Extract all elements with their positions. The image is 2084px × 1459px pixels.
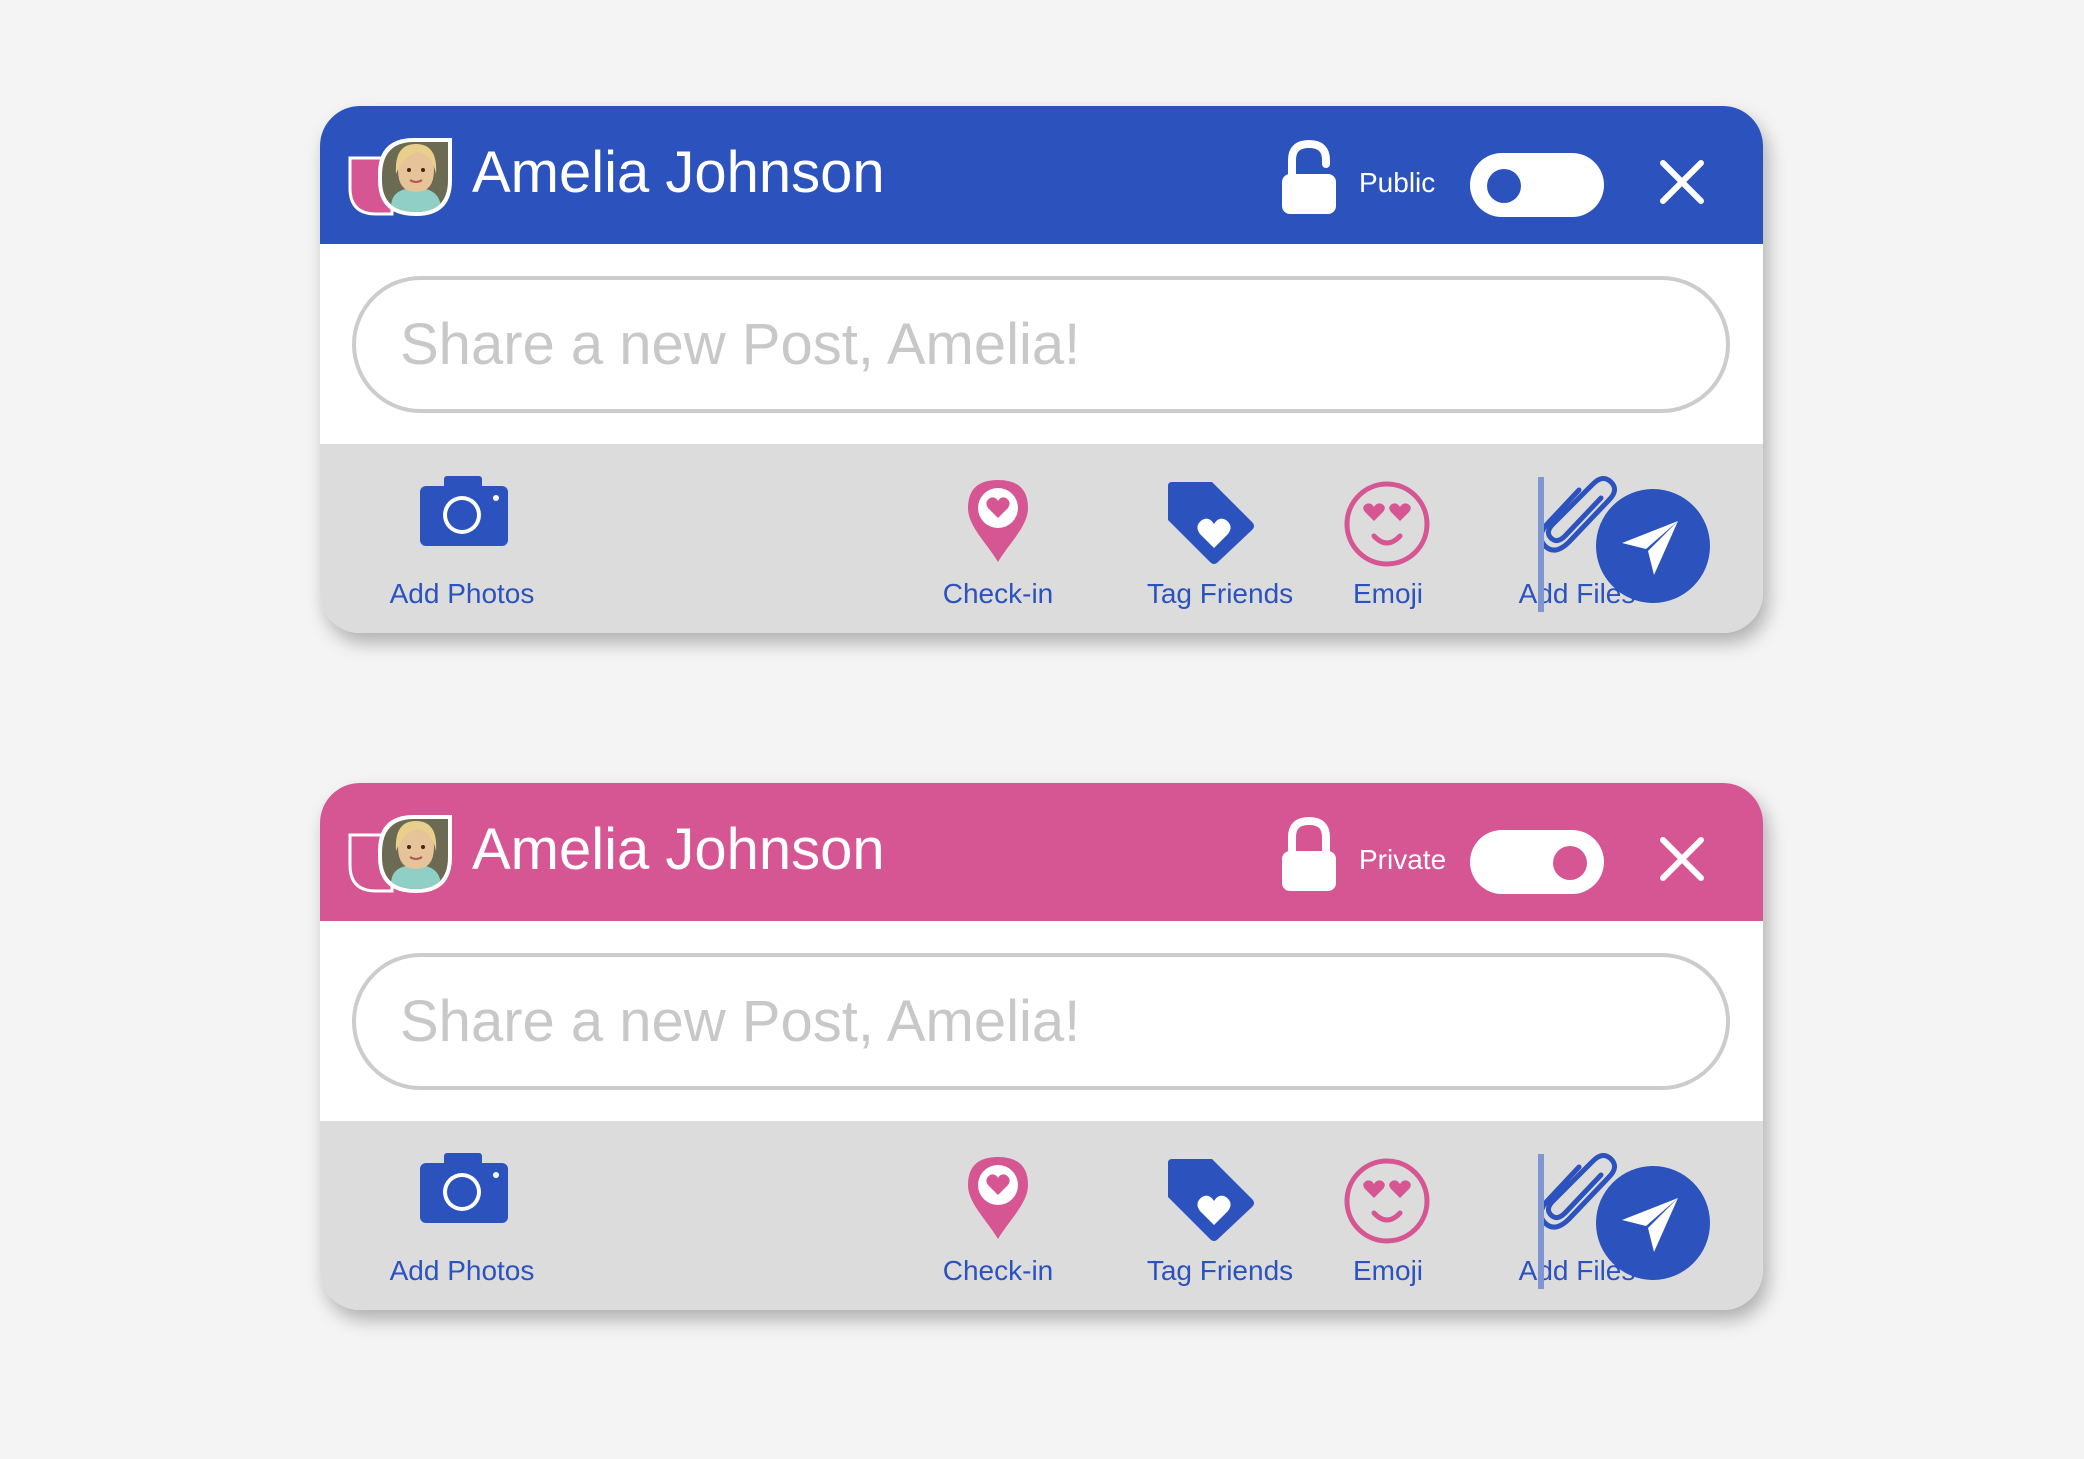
toggle-knob — [1487, 169, 1521, 203]
post-input[interactable] — [352, 953, 1730, 1090]
avatar[interactable] — [348, 130, 458, 220]
check-in-button[interactable]: Check-in — [908, 444, 1088, 633]
avatar[interactable] — [348, 807, 458, 897]
privacy-toggle[interactable] — [1470, 153, 1604, 217]
check-in-label: Check-in — [942, 1255, 1054, 1286]
camera-icon — [420, 476, 508, 546]
emoji-label: Emoji — [1352, 1255, 1424, 1286]
tag-friends-label: Tag Friends — [1146, 1255, 1294, 1286]
composer-header: Amelia Johnson Public — [320, 106, 1763, 244]
add-photos-button[interactable]: Add Photos — [372, 444, 552, 633]
tag-icon — [1168, 482, 1254, 564]
tag-friends-button[interactable]: Tag Friends — [1130, 444, 1310, 633]
emoji-button[interactable]: Emoji — [1298, 444, 1478, 633]
location-pin-icon — [968, 480, 1028, 562]
action-toolbar: Add Photos Check-in Tag Friends Emoji Ad… — [320, 444, 1763, 633]
privacy-label: Public — [1359, 167, 1436, 198]
add-photos-label: Add Photos — [389, 1255, 535, 1286]
tag-friends-button[interactable]: Tag Friends — [1130, 1121, 1310, 1310]
post-composer-card-public: Amelia Johnson Public Share a new Post, … — [320, 106, 1763, 633]
post-input[interactable] — [352, 276, 1730, 413]
unlocked-padlock-icon — [1280, 139, 1338, 216]
paper-plane-icon — [1596, 489, 1710, 603]
close-icon[interactable] — [1657, 834, 1707, 884]
post-composer-card-private: Amelia Johnson Private Share a new Post,… — [320, 783, 1763, 1310]
check-in-button[interactable]: Check-in — [908, 1121, 1088, 1310]
user-name: Amelia Johnson — [472, 817, 885, 882]
composer-header: Amelia Johnson Private — [320, 783, 1763, 921]
camera-icon — [420, 1153, 508, 1223]
send-button[interactable] — [1596, 1166, 1710, 1280]
toggle-knob — [1553, 846, 1587, 880]
close-icon[interactable] — [1657, 157, 1707, 207]
toolbar-divider — [1538, 1154, 1544, 1289]
check-in-label: Check-in — [942, 578, 1054, 609]
paper-plane-icon — [1596, 1166, 1710, 1280]
add-photos-label: Add Photos — [389, 578, 535, 609]
user-name: Amelia Johnson — [472, 140, 885, 205]
locked-padlock-icon — [1280, 816, 1338, 893]
send-button[interactable] — [1596, 489, 1710, 603]
heart-eyes-emoji-icon — [1344, 1158, 1430, 1244]
emoji-label: Emoji — [1352, 578, 1424, 609]
toolbar-divider — [1538, 477, 1544, 612]
action-toolbar: Add Photos Check-in Tag Friends Emoji Ad… — [320, 1121, 1763, 1310]
heart-eyes-emoji-icon — [1344, 481, 1430, 567]
privacy-toggle[interactable] — [1470, 830, 1604, 894]
location-pin-icon — [968, 1157, 1028, 1239]
add-photos-button[interactable]: Add Photos — [372, 1121, 552, 1310]
tag-icon — [1168, 1159, 1254, 1241]
emoji-button[interactable]: Emoji — [1298, 1121, 1478, 1310]
tag-friends-label: Tag Friends — [1146, 578, 1294, 609]
privacy-label: Private — [1359, 844, 1447, 875]
